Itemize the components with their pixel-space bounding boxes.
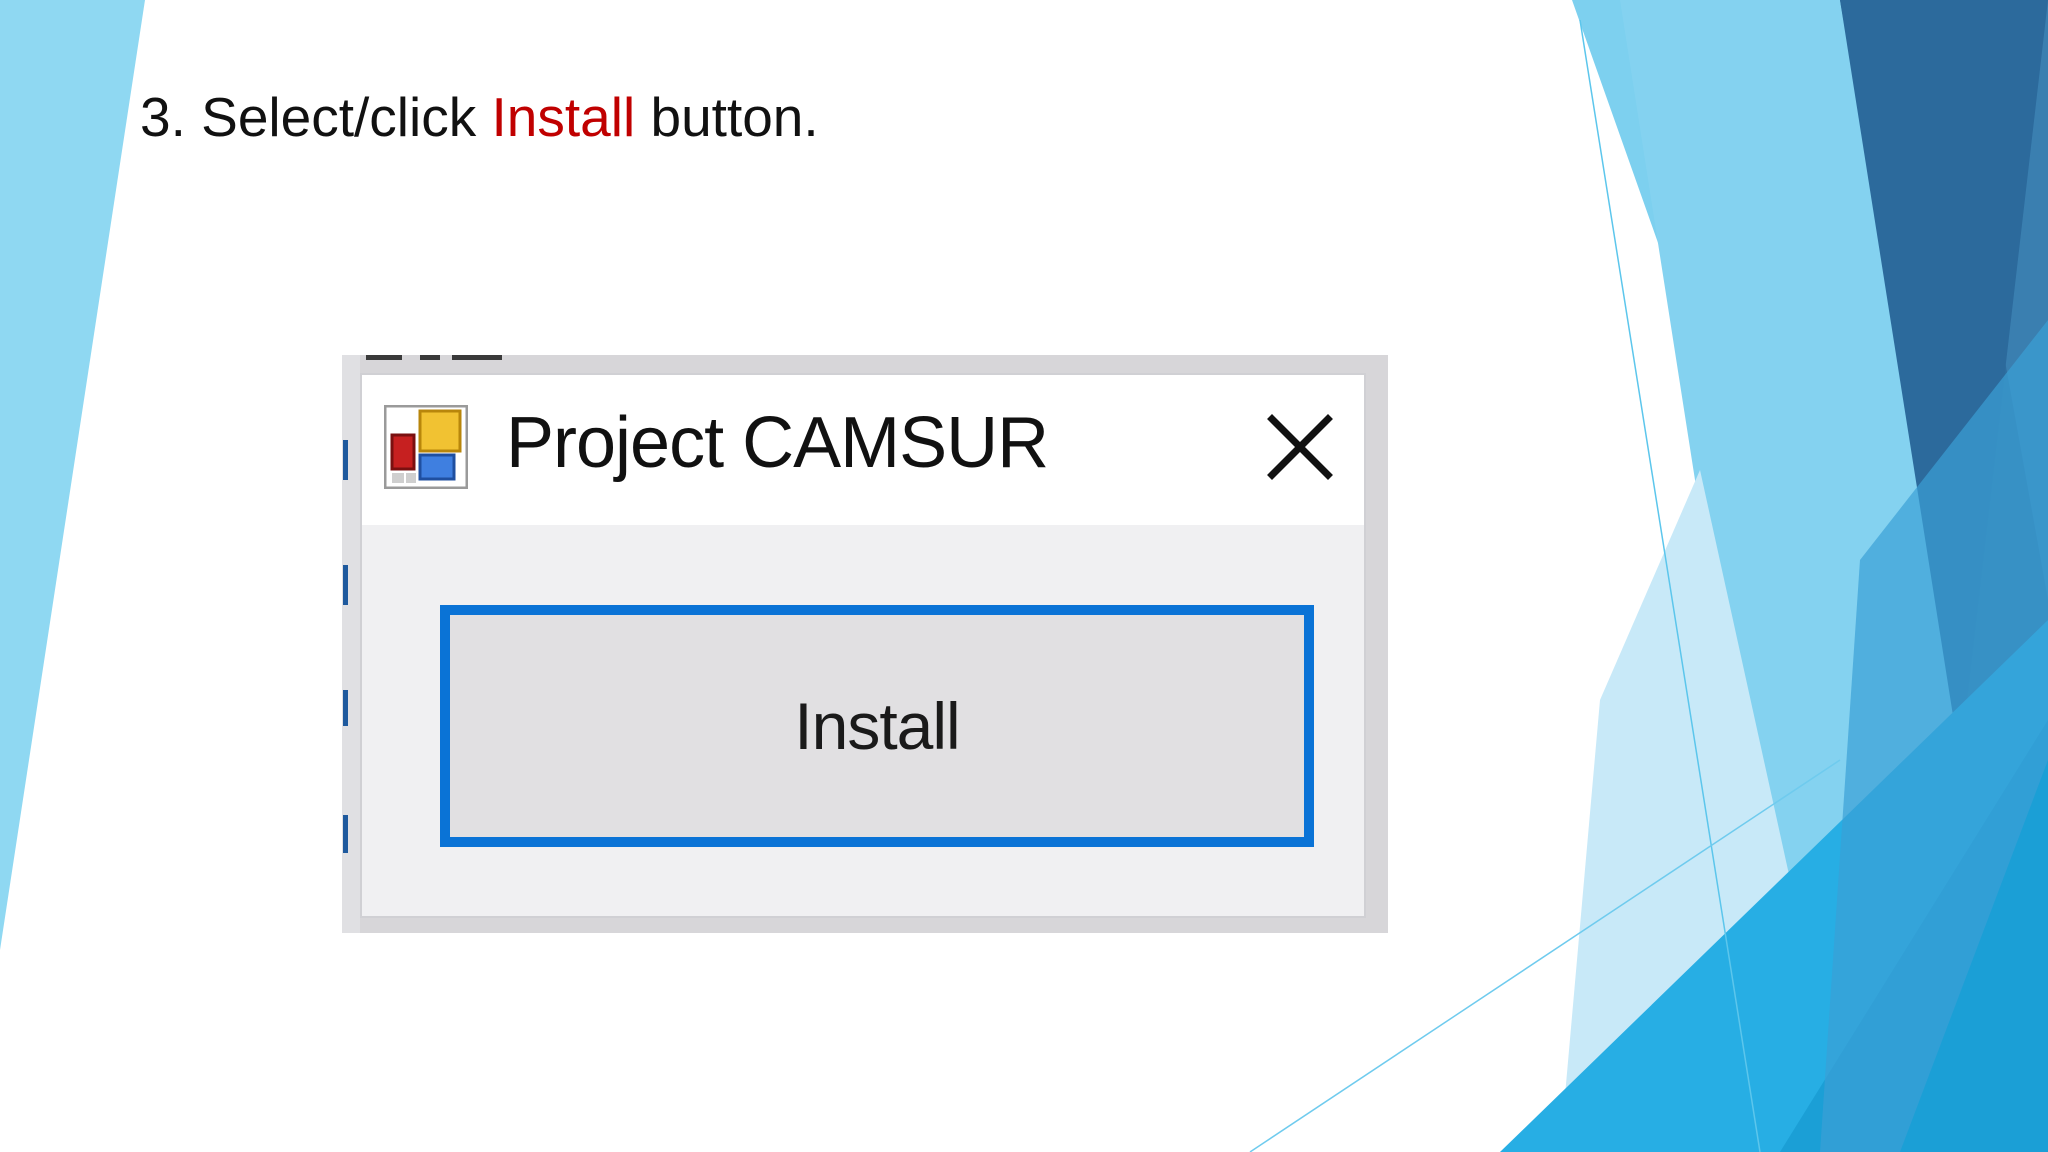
top-edge-mark bbox=[452, 355, 502, 360]
app-icon bbox=[384, 405, 468, 489]
install-button[interactable]: Install bbox=[440, 605, 1314, 847]
dialog-screenshot: Project CAMSUR Install bbox=[342, 355, 1388, 933]
dialog-titlebar[interactable]: Project CAMSUR bbox=[362, 375, 1364, 525]
instruction-suffix: button. bbox=[635, 86, 819, 148]
instruction-highlight: Install bbox=[491, 86, 636, 148]
window-edge-mark bbox=[343, 440, 348, 480]
instruction-text: 3. Select/click Install button. bbox=[140, 84, 819, 150]
instruction-prefix: 3. Select/click bbox=[140, 86, 492, 148]
background-window-edge bbox=[342, 355, 360, 933]
top-edge-mark bbox=[366, 355, 402, 360]
install-button-label: Install bbox=[794, 689, 960, 763]
background-window-top-edge bbox=[362, 355, 542, 361]
window-edge-mark bbox=[343, 815, 348, 853]
close-icon[interactable] bbox=[1262, 409, 1338, 485]
top-edge-mark bbox=[420, 355, 440, 360]
window-edge-mark bbox=[343, 690, 348, 726]
left-accent-shape bbox=[0, 0, 145, 950]
dialog-title: Project CAMSUR bbox=[506, 403, 1049, 483]
project-camsur-dialog: Project CAMSUR Install bbox=[360, 373, 1366, 918]
window-edge-mark bbox=[343, 565, 348, 605]
